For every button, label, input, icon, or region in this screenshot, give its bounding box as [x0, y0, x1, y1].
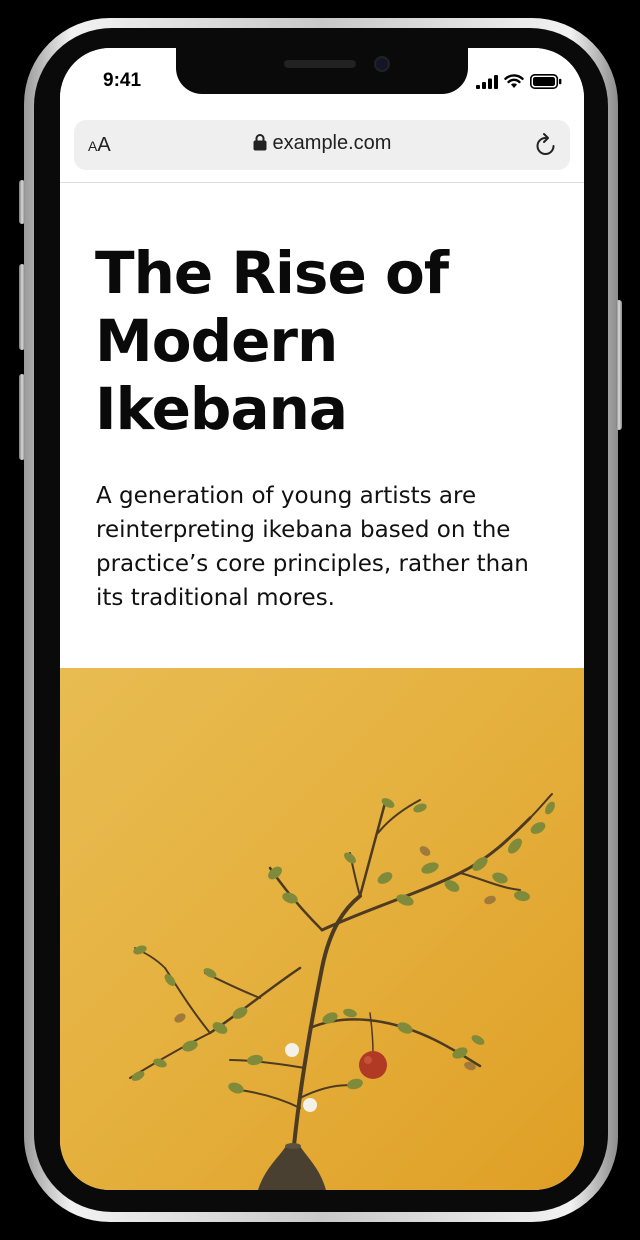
apple: [359, 1051, 387, 1079]
wifi-icon: [504, 74, 524, 88]
speaker-grille: [284, 60, 356, 68]
status-bar: 9:41: [60, 48, 584, 118]
power-button: [616, 300, 622, 430]
signal-icon: [476, 74, 498, 89]
url-text: example.com: [272, 132, 392, 154]
phone-screen: 9:41 AA example.com The Rise of Modern I…: [60, 48, 584, 1190]
browser-divider: [60, 182, 584, 183]
reload-icon[interactable]: [534, 132, 558, 158]
notch: [176, 48, 468, 94]
article-headline: The Rise of Modern Ikebana: [95, 239, 449, 443]
battery-icon: [530, 74, 562, 89]
vase: [258, 1146, 326, 1190]
hero-image: [60, 668, 584, 1190]
lock-icon: [253, 134, 267, 151]
article-subhead: A generation of young artists are reinte…: [96, 483, 529, 611]
mute-switch: [19, 180, 25, 224]
url-bar[interactable]: AA example.com: [74, 120, 570, 170]
front-camera: [374, 56, 390, 72]
status-icons: [476, 74, 562, 89]
status-time: 9:41: [103, 70, 142, 91]
volume-down-button: [19, 374, 25, 460]
address-display[interactable]: example.com: [74, 132, 570, 155]
volume-up-button: [19, 264, 25, 350]
ikebana-illustration: [129, 793, 555, 1190]
